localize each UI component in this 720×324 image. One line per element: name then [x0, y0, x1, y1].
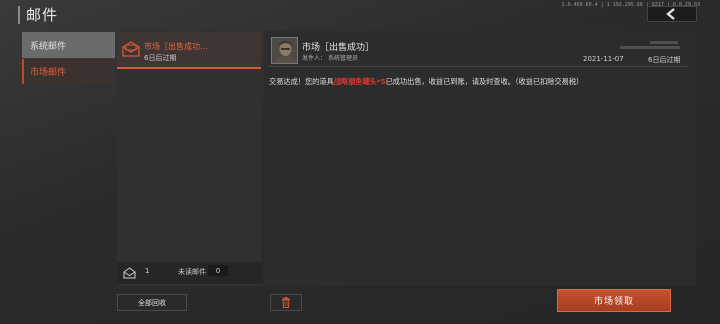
mail-date: 2021-11-07 [583, 55, 624, 63]
sender-line: 发件人： 系统管理员 [302, 53, 360, 62]
trash-icon [282, 297, 290, 308]
title-bar: 邮件 1.0.460.60.4 | 1 192.295.88 | 8217 | … [0, 0, 720, 30]
category-market-mail[interactable]: 市场邮件 [22, 58, 115, 84]
mail-open-icon [122, 41, 140, 57]
unread-count: 0 [208, 265, 228, 276]
mail-detail-panel [264, 31, 696, 286]
collect-all-button[interactable]: 全部回收 [117, 294, 187, 311]
mail-detail-title: 市场［出售成功］ [302, 43, 375, 53]
delete-button[interactable] [270, 294, 302, 311]
mail-total-count: 1 [145, 267, 150, 275]
detail-divider [268, 66, 688, 67]
mail-body: 交易达成！您的道具战略钢鱼罐头*5已成功出售，收益已到账，请及时查收。（收益已扣… [269, 77, 689, 87]
item-name: 战略钢鱼罐头*5 [333, 77, 386, 86]
chevron-left-icon [666, 8, 675, 20]
sender-label: 发件人： [302, 55, 327, 62]
mail-item-expiry: 6日后过期 [144, 54, 177, 62]
body-suffix: 已成功出售，收益已到账，请及时查收。（收益已扣除交易税） [385, 77, 584, 86]
back-button[interactable] [647, 6, 697, 22]
unread-label: 未读邮件 [178, 268, 206, 276]
body-prefix: 交易达成！您的道具 [269, 77, 334, 86]
title-accent-bar [18, 6, 20, 24]
mail-detail-expiry: 6日后过期 [648, 56, 681, 64]
mail-list-item[interactable]: 市场［出售成功... 6日后过期 [117, 32, 261, 69]
sender-name: 系统管理员 [328, 55, 359, 62]
mail-item-title: 市场［出售成功... [144, 42, 208, 51]
page-title: 邮件 [26, 6, 59, 24]
watermark [620, 40, 680, 52]
market-claim-button[interactable]: 市场领取 [557, 289, 671, 312]
mail-stack-icon [123, 267, 136, 279]
sender-avatar [271, 37, 298, 64]
category-system-mail[interactable]: 系统邮件 [22, 32, 115, 58]
mail-list-panel [117, 31, 262, 286]
soldier-portrait-icon [272, 38, 297, 63]
